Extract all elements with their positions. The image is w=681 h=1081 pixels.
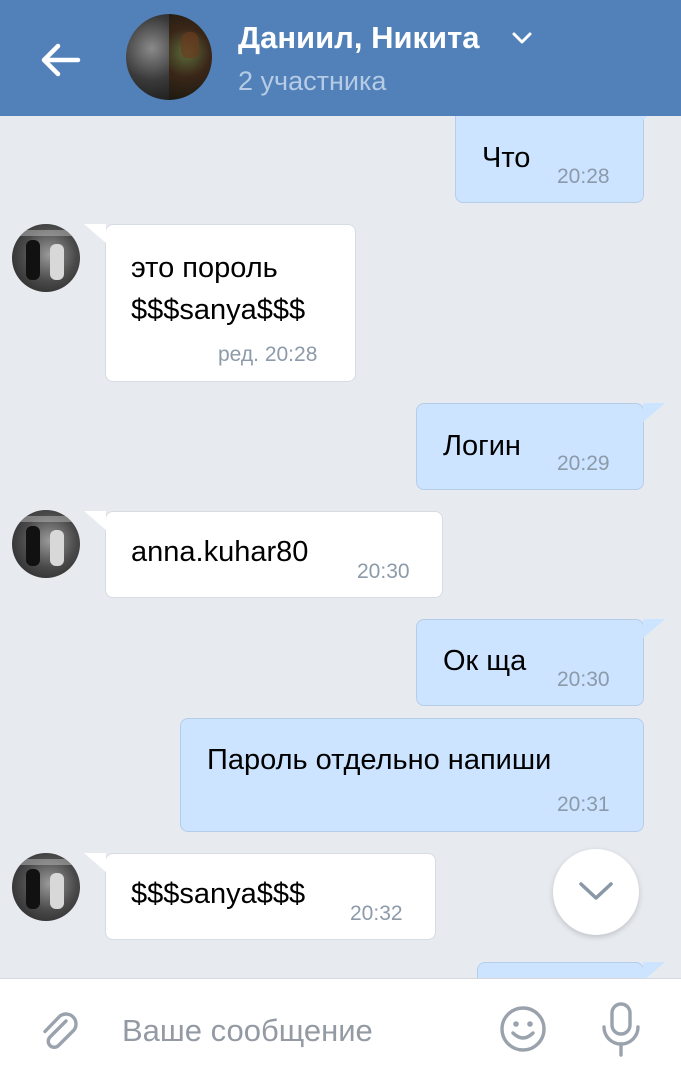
- microphone-icon[interactable]: [598, 1001, 644, 1059]
- chevron-down-icon[interactable]: [511, 30, 533, 46]
- avatar[interactable]: [12, 853, 80, 921]
- chevron-down-icon: [579, 882, 613, 900]
- scroll-down-button[interactable]: [553, 849, 639, 935]
- message-incoming[interactable]: это пороль $$$sanya$$$ ред. 20:28: [84, 224, 356, 382]
- message-text: $$$sanya$$$: [131, 878, 306, 910]
- member-avatar-right: [169, 14, 212, 100]
- arrow-left-icon: [41, 43, 81, 77]
- message-outgoing[interactable]: Пароль отдельно напиши 20:31: [180, 718, 644, 832]
- message-time-edited: ред. 20:28: [218, 343, 318, 366]
- paperclip-icon[interactable]: [36, 1009, 82, 1055]
- avatar[interactable]: [12, 510, 80, 578]
- chat-header: Даниил, Никита 2 участника: [0, 0, 681, 116]
- message-time: 20:32: [350, 902, 403, 925]
- message-time: 20:31: [557, 793, 610, 816]
- message-time: 20:28: [557, 165, 610, 188]
- message-time: 20:29: [557, 452, 610, 475]
- member-avatar-left: [126, 14, 169, 100]
- message-outgoing[interactable]: Ок ща 20:30: [416, 619, 665, 706]
- message-text: Ок ща: [443, 645, 527, 677]
- chat-title[interactable]: Даниил, Никита: [238, 20, 480, 56]
- smile-icon[interactable]: [498, 1004, 548, 1054]
- message-input[interactable]: [122, 1009, 462, 1053]
- message-text: Что: [482, 142, 531, 174]
- message-outgoing[interactable]: Логин 20:29: [416, 403, 665, 490]
- message-composer: [0, 978, 681, 1081]
- message-outgoing[interactable]: Что 20:28: [455, 101, 665, 203]
- message-time: 20:30: [557, 668, 610, 691]
- chat-avatar[interactable]: [126, 14, 212, 100]
- message-text: anna.kuhar80: [131, 536, 309, 568]
- message-incoming[interactable]: $$$sanya$$$ 20:32: [84, 853, 436, 940]
- chat-subtitle: 2 участника: [238, 66, 387, 96]
- message-text-line: это пороль: [131, 252, 278, 284]
- back-button[interactable]: [34, 36, 86, 84]
- message-text: Логин: [443, 430, 521, 462]
- message-incoming[interactable]: anna.kuhar80 20:30: [84, 511, 443, 598]
- message-time: 20:30: [357, 560, 410, 583]
- message-text: Пароль отдельно напиши: [207, 744, 552, 776]
- message-text-line: $$$sanya$$$: [131, 294, 306, 326]
- avatar[interactable]: [12, 224, 80, 292]
